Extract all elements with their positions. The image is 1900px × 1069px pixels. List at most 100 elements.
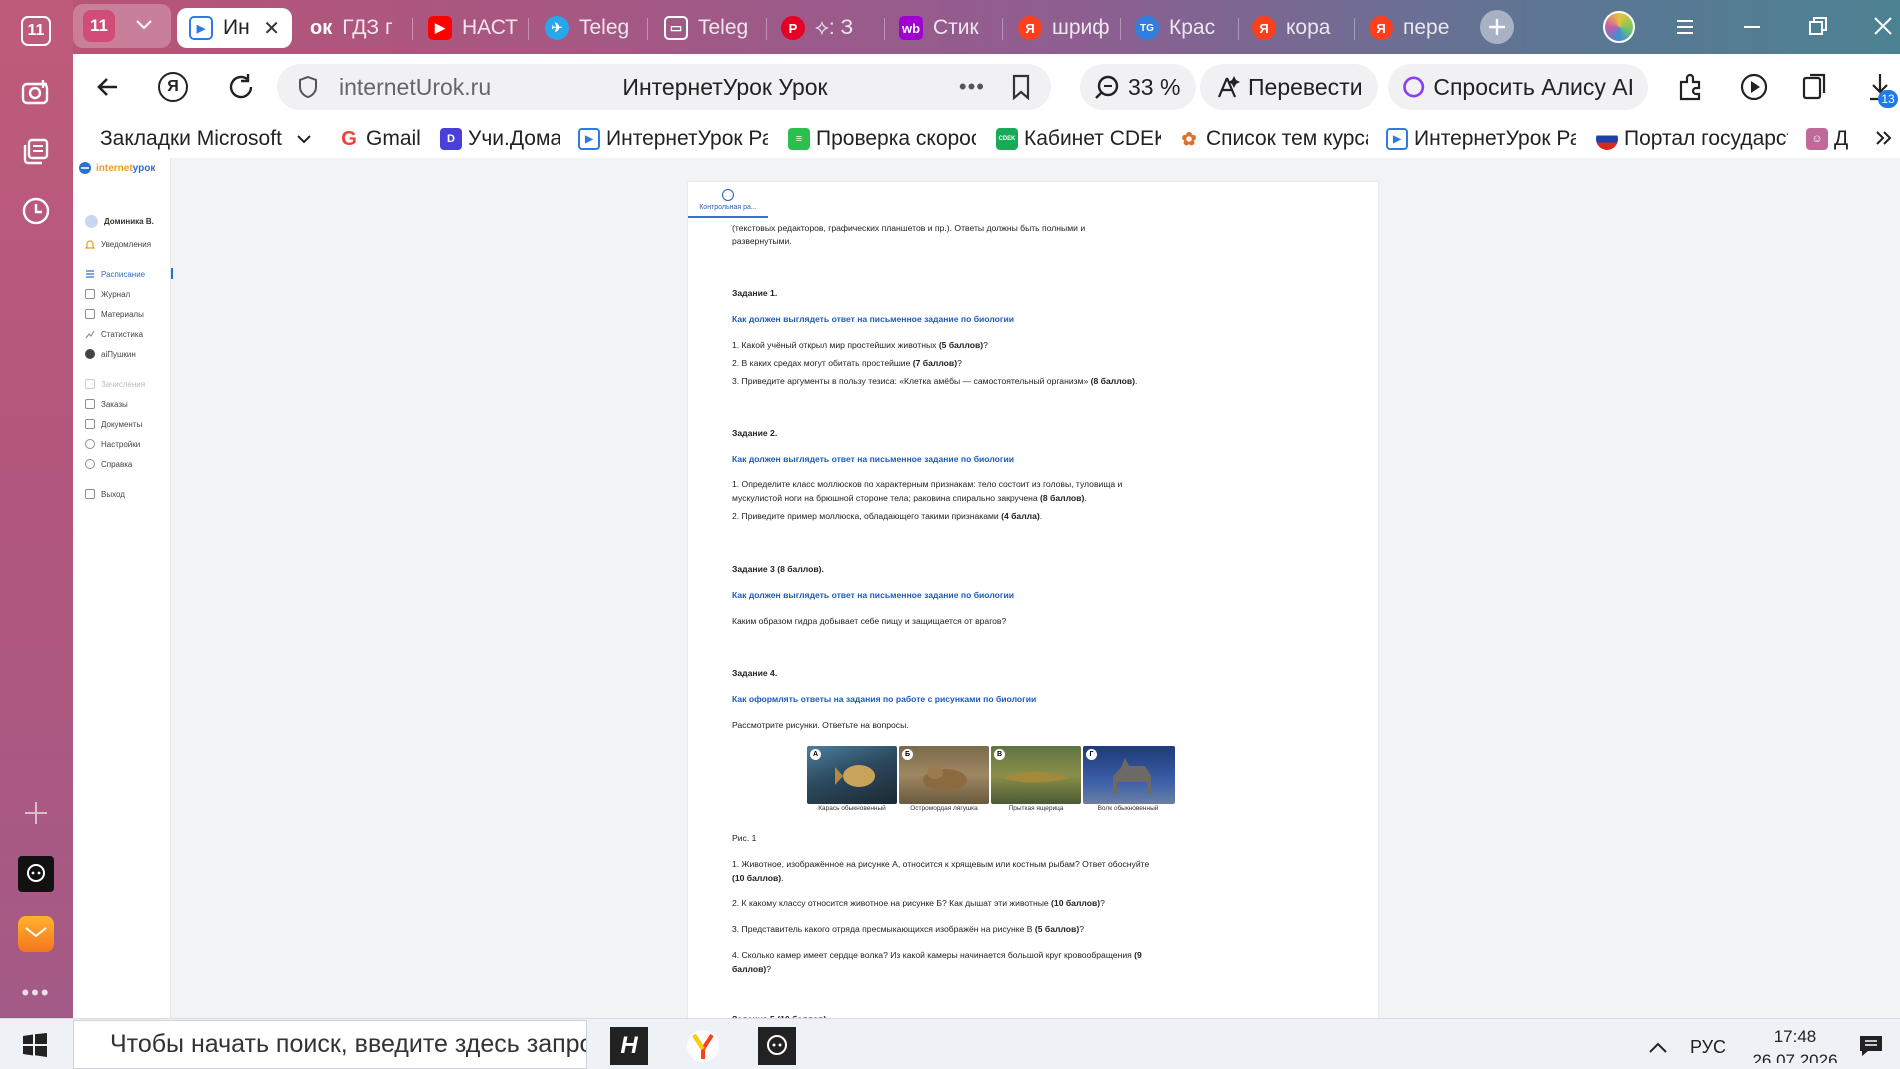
nav-label: Справка	[101, 459, 133, 469]
back-icon[interactable]	[95, 74, 121, 100]
task-2-answer-link[interactable]: Как должен выглядеть ответ на письменное…	[732, 452, 1014, 466]
bookmark-icon[interactable]	[1011, 74, 1031, 100]
tab-gdz[interactable]: ок ГДЗ г	[310, 8, 405, 48]
doc-tab-test[interactable]: Контрольная ра...	[688, 184, 768, 218]
language-indicator[interactable]: РУС	[1690, 1037, 1726, 1058]
nav-enrollments[interactable]: Зачисления	[85, 376, 145, 392]
nav-orders[interactable]: Заказы	[85, 396, 128, 412]
close-tab-icon[interactable]: ✕	[263, 16, 280, 41]
bookmark-gmail[interactable]: G Gmail	[338, 124, 428, 154]
nav-documents[interactable]: Документы	[85, 416, 142, 432]
tab-tgstat[interactable]: TG Крас	[1135, 8, 1230, 48]
bookmark-folder-microsoft[interactable]: Закладки Microsoft I	[100, 124, 285, 154]
nav-logout[interactable]: Выход	[85, 486, 125, 502]
tab-nast[interactable]: ▶ НАСТ	[428, 8, 520, 48]
tray-chevron-up-icon[interactable]	[1648, 1042, 1668, 1054]
history-icon[interactable]	[17, 192, 55, 230]
nav-materials[interactable]: Материалы	[85, 306, 144, 322]
menu-icon[interactable]	[1675, 18, 1695, 36]
taskbar-yandex-browser-icon[interactable]	[684, 1027, 722, 1065]
tab-telegram-1[interactable]: ✈ Teleg	[545, 8, 639, 48]
russia-flag-icon: ●	[1596, 128, 1618, 150]
nav-ai-pushkin[interactable]: аiПушкин	[85, 346, 136, 362]
messenger-app-icon[interactable]	[17, 855, 55, 893]
close-window-icon[interactable]	[1873, 16, 1893, 36]
nav-journal[interactable]: Журнал	[85, 286, 130, 302]
tab-wildberries[interactable]: wb Стик	[899, 8, 994, 48]
user-name: Доминика В.	[104, 216, 154, 226]
downloads-badge: 13	[1878, 90, 1898, 108]
new-tab-button[interactable]	[1480, 10, 1514, 44]
tabs-counter-icon[interactable]: 11	[17, 12, 55, 50]
ok-icon: ок	[310, 16, 333, 39]
address-field[interactable]: internetUrok.ru ИнтернетУрок Урок •••	[277, 64, 1051, 110]
nav-statistics[interactable]: Статистика	[85, 326, 143, 342]
pushkin-icon	[85, 349, 95, 359]
task-4-q3: 3. Представитель какого отряда пресмыкаю…	[732, 924, 1084, 934]
tab-label: Ин	[223, 16, 250, 39]
bookmark-label: Д	[1834, 127, 1849, 150]
profile-avatar[interactable]	[1603, 11, 1635, 43]
tab-kora[interactable]: Якора	[1252, 8, 1347, 48]
clock[interactable]: 17:48 26.07.2026	[1740, 1025, 1850, 1063]
tab-label: пере	[1403, 16, 1450, 39]
bookmark-internetUrok-1[interactable]: ▶ ИнтернетУрок Ра	[578, 124, 768, 154]
chevron-double-right-icon[interactable]	[1874, 130, 1892, 146]
bookmark-cdek[interactable]: CDEK Кабинет CDEK	[996, 124, 1161, 154]
windows-start-icon[interactable]	[22, 1032, 48, 1058]
tab-group-chip[interactable]: 11	[73, 4, 171, 48]
ask-alice-button[interactable]: Спросить Алису AI	[1388, 64, 1648, 110]
tab-group-count: 11	[83, 10, 115, 42]
task-3-answer-link[interactable]: Как должен выглядеть ответ на письменное…	[732, 588, 1014, 602]
task-1-answer-link[interactable]: Как должен выглядеть ответ на письменное…	[732, 312, 1014, 326]
telegram-icon: ✈	[545, 16, 569, 40]
minimize-icon[interactable]	[1742, 24, 1762, 30]
mail-app-icon[interactable]	[17, 915, 55, 953]
tab-active[interactable]: ▶ Ин ✕	[177, 8, 292, 48]
user-profile[interactable]: Доминика В.	[85, 213, 154, 229]
restore-icon[interactable]	[1808, 16, 1828, 36]
bookmark-course-topics[interactable]: ✿ Список тем курса	[1178, 124, 1368, 154]
yandex-logo-icon[interactable]: Я	[158, 72, 188, 102]
speedtest-icon: ≡	[788, 128, 810, 150]
task-1-q1: 1. Какой учёный открыл мир простейших жи…	[732, 340, 988, 350]
task-3-title: Задание 3 (8 баллов).	[732, 564, 824, 574]
reader-zoom-button[interactable]: 33 %	[1080, 64, 1196, 110]
more-options-icon[interactable]: •••	[959, 74, 985, 100]
media-icon[interactable]	[1739, 72, 1771, 102]
collections-icon[interactable]	[17, 132, 55, 170]
taskbar-search-box[interactable]: Чтобы начать поиск, введите здесь запрос	[73, 1020, 587, 1069]
nav-label: Заказы	[101, 399, 128, 409]
notifications-icon[interactable]	[1858, 1034, 1884, 1058]
task-4-figure-link[interactable]: Как оформлять ответы на задания по работ…	[732, 692, 1036, 706]
nav-help[interactable]: Справка	[85, 456, 132, 472]
screenshot-icon[interactable]	[17, 73, 55, 111]
collections-toolbar-icon[interactable]	[1800, 72, 1830, 102]
bookmark-speedtest[interactable]: ≡ Проверка скорос	[788, 124, 976, 154]
bookmark-d[interactable]: ☺ Д	[1806, 124, 1858, 154]
nav-settings[interactable]: Настройки	[85, 436, 140, 452]
taskbar-messenger-icon[interactable]	[758, 1027, 796, 1065]
reload-icon[interactable]	[226, 72, 256, 102]
tab-fonts[interactable]: Яшриф	[1018, 8, 1113, 48]
bookmark-gosuslugi[interactable]: ● Портал государст	[1596, 124, 1788, 154]
bookmark-uchi-doma[interactable]: D Учи.Дома	[440, 124, 560, 154]
taskbar-app-h-icon[interactable]: H	[610, 1027, 648, 1065]
translate-button[interactable]: Перевести	[1200, 64, 1378, 110]
extensions-icon[interactable]	[1676, 72, 1706, 102]
figure-label: Рис. 1	[732, 833, 757, 843]
add-panel-icon[interactable]	[17, 794, 55, 832]
bookmark-internetUrok-2[interactable]: ▶ ИнтернетУрок Ра	[1386, 124, 1576, 154]
chevron-down-icon[interactable]	[296, 134, 312, 146]
site-logo[interactable]: internet урок	[78, 161, 155, 175]
tab-telegram-2[interactable]: ▭ Teleg	[664, 8, 758, 48]
nav-notifications[interactable]: Уведомления	[85, 236, 151, 252]
tab-pinterest[interactable]: P ⟡: З	[781, 8, 876, 48]
tab-translate[interactable]: Япере	[1369, 8, 1464, 48]
more-icon[interactable]: •••	[17, 974, 55, 1012]
tab-divider	[884, 18, 885, 40]
nav-schedule[interactable]: Расписание	[85, 266, 173, 282]
task-2-q1-line-1: 1. Определите класс моллюсков по характе…	[732, 479, 1123, 489]
task-4-q2: 2. К какому классу относится животное на…	[732, 898, 1105, 908]
figure-a-caption: Карась обыкновенный	[818, 805, 886, 812]
